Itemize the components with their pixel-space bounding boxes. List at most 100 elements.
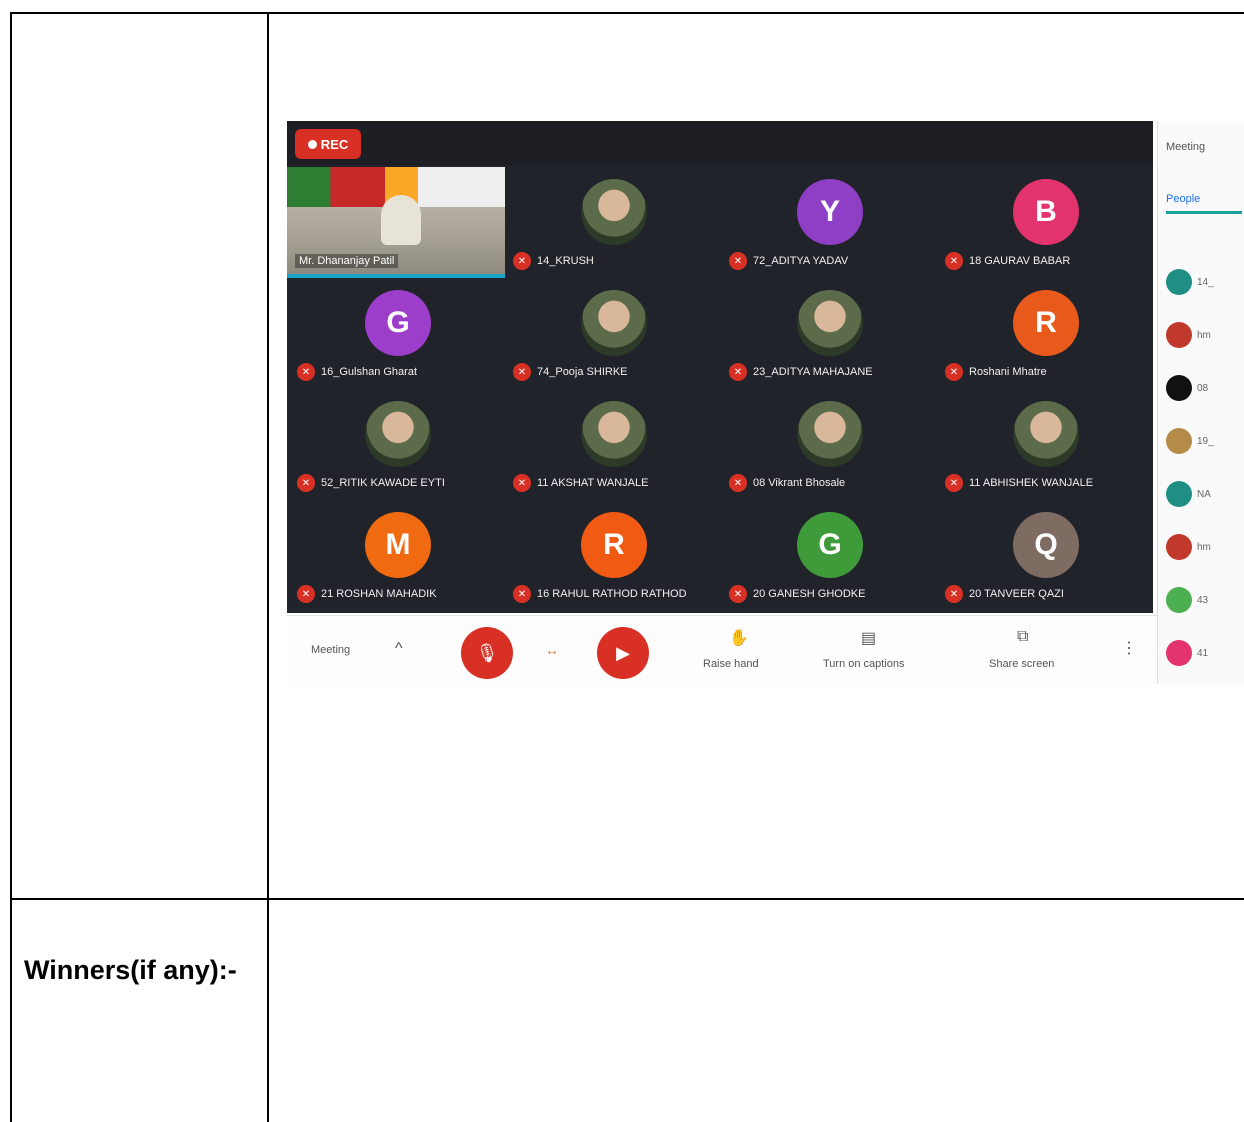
avatar [1166, 269, 1192, 295]
participant-name: 11 ABHISHEK WANJALE [969, 477, 1094, 489]
sidebar-person[interactable]: hm [1166, 322, 1211, 348]
video-grid: REC Mr. Dhananjay Patil ✕ 14_KRUSH Y ✕ 72_AD… [287, 121, 1153, 613]
participant-name: Roshani Mhatre [969, 366, 1047, 378]
record-dot-icon [307, 139, 317, 149]
participant-name: 20 TANVEER QAZI [969, 588, 1064, 600]
participant-name: 20 GANESH GHODKE [753, 588, 866, 600]
participant-tile: B ✕ 18 GAURAV BABAR [935, 167, 1151, 278]
participant-name: 16 RAHUL RATHOD RATHOD [537, 588, 687, 600]
participant-name-row: ✕ 11 ABHISHEK WANJALE [945, 474, 1093, 492]
sidebar-person-name: hm [1197, 541, 1211, 553]
avatar: B [1013, 179, 1079, 245]
participant-name-row: ✕ 72_ADITYA YADAV [729, 252, 848, 270]
avatar [1166, 640, 1192, 666]
avatar [1166, 481, 1192, 507]
sidebar-person[interactable]: hm [1166, 534, 1211, 560]
participant-name-row: ✕ 23_ADITYA MAHAJANE [729, 363, 873, 381]
mic-muted-icon: ✕ [297, 585, 315, 603]
hand-icon: ✋ [729, 630, 749, 647]
participant-name-row: ✕ 18 GAURAV BABAR [945, 252, 1070, 270]
mic-muted-icon: ✕ [945, 252, 963, 270]
sidebar-person[interactable]: 19_ [1166, 428, 1214, 454]
avatar [1166, 534, 1192, 560]
raise-hand-button[interactable]: Raise hand [703, 658, 759, 670]
participant-tile: R ✕ Roshani Mhatre [935, 278, 1151, 389]
avatar [797, 401, 863, 467]
presenter-person-icon [381, 195, 421, 245]
participant-name: 11 AKSHAT WANJALE [537, 477, 649, 489]
participant-name: 23_ADITYA MAHAJANE [753, 366, 873, 378]
mic-muted-icon: ✕ [945, 585, 963, 603]
captions-button[interactable]: Turn on captions [823, 658, 905, 670]
sidebar-person-name: 14_ [1197, 276, 1214, 288]
participant-name: 16_Gulshan Gharat [321, 366, 418, 378]
participant-tile: R ✕ 16 RAHUL RATHOD RATHOD [503, 500, 719, 611]
captions-icon: ▤ [861, 630, 877, 647]
participant-tile: ✕ 52_RITIK KAWADE EYTI [287, 389, 503, 500]
participant-name: 72_ADITYA YADAV [753, 255, 849, 267]
mic-muted-icon: ✕ [945, 474, 963, 492]
mic-muted-icon: ✕ [729, 252, 747, 270]
sidebar-person[interactable]: 41 [1166, 640, 1208, 666]
avatar: R [1013, 290, 1079, 356]
avatar: M [365, 512, 431, 578]
presenter-tile: Mr. Dhananjay Patil [287, 167, 505, 278]
chevron-up-icon[interactable]: ^ [395, 640, 403, 658]
tab-people[interactable]: People [1166, 193, 1242, 214]
participant-tile: G ✕ 20 GANESH GHODKE [719, 500, 935, 611]
sidebar-person[interactable]: 08 [1166, 375, 1208, 401]
mic-muted-icon: ✕ [513, 474, 531, 492]
sidebar-person-name: 19_ [1197, 435, 1214, 447]
meeting-controls-bar: Meeting ^ 🎙 ↔ ▶ ✋ Raise hand ▤ Turn on c… [287, 615, 1157, 684]
sidebar-person-name: 41 [1197, 647, 1209, 659]
share-screen-icon: ⧉ [1017, 628, 1029, 645]
winners-label: Winners(if any):- [24, 955, 237, 985]
participant-tile: G ✕ 16_Gulshan Gharat [287, 278, 503, 389]
participant-name-row: ✕ 52_RITIK KAWADE EYTI [297, 474, 445, 492]
mic-muted-icon: ✕ [729, 363, 747, 381]
mic-muted-icon: ✕ [513, 252, 531, 270]
sidebar-person-name: 43 [1197, 594, 1209, 606]
sidebar-header: Meeting [1166, 141, 1206, 153]
sidebar-person-name: hm [1197, 329, 1211, 341]
participant-name-row: ✕ 16_Gulshan Gharat [297, 363, 417, 381]
meeting-screenshot: REC Mr. Dhananjay Patil ✕ 14_KRUSH Y ✕ 72_AD… [287, 121, 1244, 684]
avatar: Q [1013, 512, 1079, 578]
participant-tile: ✕ 23_ADITYA MAHAJANE [719, 278, 935, 389]
avatar: G [797, 512, 863, 578]
participant-tile: ✕ 11 ABHISHEK WANJALE [935, 389, 1151, 500]
sidebar-person[interactable]: NA [1166, 481, 1211, 507]
sidebar-person[interactable]: 14_ [1166, 269, 1214, 295]
participant-name-row: ✕ 11 AKSHAT WANJALE [513, 474, 648, 492]
table-border-left [10, 12, 12, 1122]
participant-tile: ✕ 74_Pooja SHIRKE [503, 278, 719, 389]
presenter-name: Mr. Dhananjay Patil [295, 254, 399, 268]
avatar: R [581, 512, 647, 578]
participant-tile: ✕ 14_KRUSH [503, 167, 719, 278]
camera-off-icon: ▶ [616, 642, 630, 663]
mic-off-button[interactable]: 🎙 [461, 627, 513, 679]
meeting-top-bar: REC [287, 121, 1153, 165]
avatar [365, 401, 431, 467]
more-options-icon[interactable]: ⋮ [1121, 638, 1137, 658]
participant-name: 52_RITIK KAWADE EYTI [321, 477, 445, 489]
participant-name: 18 GAURAV BABAR [969, 255, 1071, 267]
participant-name-row: ✕ Roshani Mhatre [945, 363, 1047, 381]
avatar [581, 401, 647, 467]
sidebar-person-name: NA [1197, 488, 1211, 500]
avatar [1013, 401, 1079, 467]
participant-name: 21 ROSHAN MAHADIK [321, 588, 437, 600]
participant-name: 74_Pooja SHIRKE [537, 366, 628, 378]
sidebar-person[interactable]: 43 [1166, 587, 1208, 613]
mic-off-icon: 🎙 [475, 642, 499, 663]
table-column-divider [267, 12, 269, 1122]
share-screen-button[interactable]: Share screen [989, 658, 1054, 670]
avatar [1166, 375, 1192, 401]
participant-tile: M ✕ 21 ROSHAN MAHADIK [287, 500, 503, 611]
camera-off-button[interactable]: ▶ [597, 627, 649, 679]
mic-muted-icon: ✕ [945, 363, 963, 381]
table-row-divider [10, 898, 1244, 900]
mic-muted-icon: ✕ [297, 363, 315, 381]
participant-tile: Q ✕ 20 TANVEER QAZI [935, 500, 1151, 611]
meeting-details-button[interactable]: Meeting [311, 644, 350, 656]
